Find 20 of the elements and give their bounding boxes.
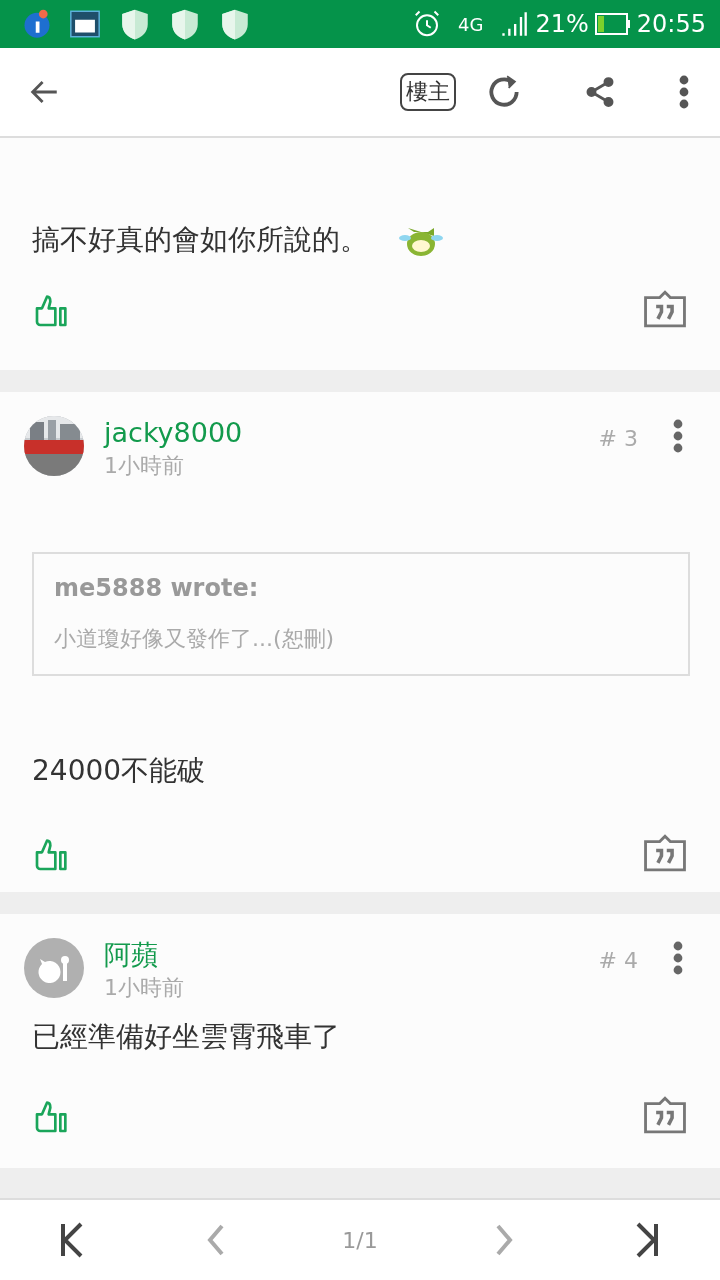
op-only-button[interactable]: 樓主 — [400, 73, 456, 111]
post-text: 搞不好真的會如你所說的。 — [32, 222, 368, 258]
quote-author: me5888 wrote: — [54, 574, 260, 602]
battery-icon — [594, 13, 631, 35]
quote-text: 小道瓊好像又發作了...(恕刪) — [54, 625, 336, 653]
floor-number: # 4 — [598, 948, 638, 973]
post-text: 24000不能破 — [32, 753, 206, 789]
signal-icon — [499, 10, 530, 38]
battery-percent: 21% — [535, 10, 589, 38]
page-indicator: 1/1 — [342, 1227, 378, 1253]
info-icon — [22, 7, 52, 41]
post-time: 1小時前 — [104, 452, 185, 480]
author-name[interactable]: jacky8000 — [104, 416, 599, 450]
network-type: 4G — [458, 13, 484, 35]
floor-number: # 3 — [598, 426, 638, 451]
post-text: 已經準備好坐雲霄飛車了 — [32, 1019, 340, 1055]
clock-time: 20:55 — [636, 10, 706, 38]
post-time: 1小時前 — [104, 974, 185, 1002]
author-name[interactable]: 阿蘋 — [104, 938, 599, 972]
cat-icon — [36, 953, 72, 983]
